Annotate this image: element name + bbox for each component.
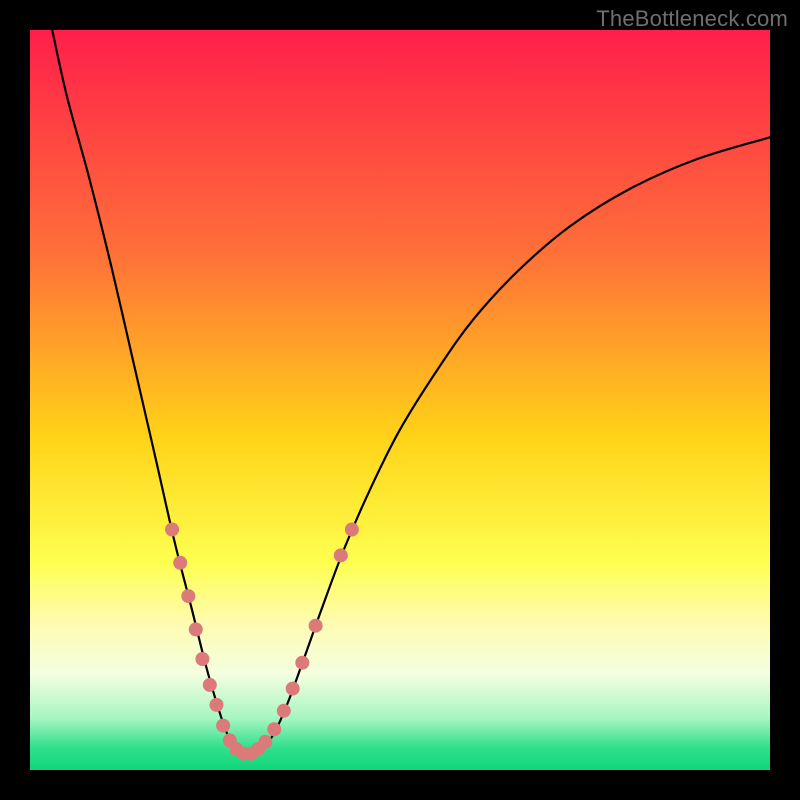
watermark-text: TheBottleneck.com xyxy=(596,6,788,32)
data-point xyxy=(345,523,359,537)
data-point xyxy=(173,556,187,570)
data-point xyxy=(258,735,272,749)
chart-svg xyxy=(30,30,770,770)
data-point xyxy=(181,589,195,603)
data-point xyxy=(309,619,323,633)
data-point xyxy=(286,682,300,696)
data-point xyxy=(189,622,203,636)
data-point xyxy=(216,719,230,733)
data-point xyxy=(209,698,223,712)
data-point xyxy=(267,722,281,736)
data-point xyxy=(195,652,209,666)
data-point xyxy=(277,704,291,718)
data-point xyxy=(295,656,309,670)
data-point xyxy=(334,548,348,562)
data-point xyxy=(165,523,179,537)
data-point xyxy=(203,678,217,692)
chart-background xyxy=(30,30,770,770)
chart-plot-area xyxy=(30,30,770,770)
